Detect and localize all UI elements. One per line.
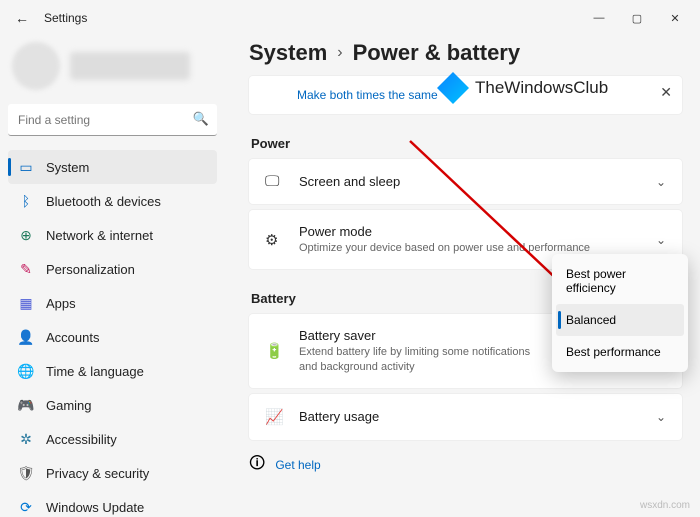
close-button[interactable]: ✕	[656, 3, 694, 33]
sidebar-item-label: Bluetooth & devices	[46, 194, 161, 209]
help-icon: 🛈	[249, 452, 265, 479]
page-title: Power & battery	[353, 40, 521, 66]
maximize-button[interactable]: ▢	[618, 3, 656, 33]
main-content: System › Power & battery Make both times…	[225, 36, 700, 517]
power-mode-icon: ⚙	[265, 231, 285, 249]
help-row[interactable]: 🛈 Get help	[249, 452, 682, 479]
search-input[interactable]	[8, 104, 217, 136]
search-box[interactable]: 🔍	[8, 104, 217, 136]
banner-link[interactable]: Make both times the same	[297, 88, 438, 102]
window-title: Settings	[44, 11, 87, 25]
profile-info	[70, 52, 190, 80]
nav-icon: 🎮	[18, 397, 34, 413]
sidebar-item-label: Personalization	[46, 262, 135, 277]
chevron-down-icon: ⌄	[656, 233, 666, 247]
sidebar-item-label: System	[46, 160, 89, 175]
dropdown-option-balanced[interactable]: Balanced	[556, 304, 684, 336]
dropdown-option-efficiency[interactable]: Best power efficiency	[556, 258, 684, 304]
sidebar: 🔍 ▭ System ᛒ Bluetooth & devices ⊕ Network & …	[0, 36, 225, 517]
nav-icon: 🛡	[18, 465, 34, 481]
chevron-down-icon: ⌄	[656, 175, 666, 189]
section-power: Power	[251, 136, 682, 151]
sidebar-item-network-internet[interactable]: ⊕ Network & internet	[8, 218, 217, 252]
breadcrumb-root[interactable]: System	[249, 40, 327, 66]
card-screen-sleep[interactable]: 🖵 Screen and sleep ⌄	[249, 159, 682, 204]
sidebar-item-privacy-security[interactable]: 🛡 Privacy & security	[8, 456, 217, 490]
sidebar-item-label: Windows Update	[46, 500, 144, 515]
sidebar-item-system[interactable]: ▭ System	[8, 150, 217, 184]
nav-icon: 🌐	[18, 363, 34, 379]
titlebar: ← Settings ― ▢ ✕	[0, 0, 700, 36]
nav-list: ▭ System ᛒ Bluetooth & devices ⊕ Network & in…	[8, 150, 217, 517]
nav-icon: ✎	[18, 261, 34, 277]
sidebar-item-gaming[interactable]: 🎮 Gaming	[8, 388, 217, 422]
dropdown-option-performance[interactable]: Best performance	[556, 336, 684, 368]
back-button[interactable]: ←	[6, 10, 38, 26]
nav-icon: ▦	[18, 295, 34, 311]
chart-icon: 📈	[265, 408, 285, 426]
info-banner: Make both times the same ✕ TheWindowsClu…	[249, 76, 682, 114]
chevron-down-icon: ⌄	[656, 410, 666, 424]
brand-logo-icon	[437, 72, 469, 104]
avatar	[12, 42, 60, 90]
minimize-button[interactable]: ―	[580, 3, 618, 33]
nav-icon: ᛒ	[18, 193, 34, 209]
nav-icon: ✲	[18, 431, 34, 447]
chevron-right-icon: ›	[337, 44, 342, 62]
sidebar-item-label: Apps	[46, 296, 76, 311]
profile-block[interactable]	[8, 36, 217, 104]
nav-icon: 👤	[18, 329, 34, 345]
card-title: Power mode	[299, 224, 642, 239]
card-subtitle: Extend battery life by limiting some not…	[299, 345, 542, 374]
battery-saver-icon: 🔋	[265, 342, 285, 360]
sidebar-item-label: Network & internet	[46, 228, 153, 243]
sidebar-item-label: Accounts	[46, 330, 99, 345]
sidebar-item-label: Time & language	[46, 364, 144, 379]
sidebar-item-label: Privacy & security	[46, 466, 149, 481]
help-link[interactable]: Get help	[275, 458, 320, 472]
card-battery-usage[interactable]: 📈 Battery usage ⌄	[249, 394, 682, 440]
sidebar-item-accounts[interactable]: 👤 Accounts	[8, 320, 217, 354]
sidebar-item-accessibility[interactable]: ✲ Accessibility	[8, 422, 217, 456]
sidebar-item-personalization[interactable]: ✎ Personalization	[8, 252, 217, 286]
sidebar-item-bluetooth-devices[interactable]: ᛒ Bluetooth & devices	[8, 184, 217, 218]
sidebar-item-time-language[interactable]: 🌐 Time & language	[8, 354, 217, 388]
breadcrumb: System › Power & battery	[249, 40, 682, 66]
brand-text: TheWindowsClub	[475, 78, 608, 98]
sidebar-item-windows-update[interactable]: ⟳ Windows Update	[8, 490, 217, 517]
nav-icon: ⟳	[18, 499, 34, 515]
banner-close-icon[interactable]: ✕	[660, 84, 672, 101]
brand-overlay: TheWindowsClub	[437, 72, 608, 104]
sidebar-item-apps[interactable]: ▦ Apps	[8, 286, 217, 320]
card-title: Battery saver	[299, 328, 542, 343]
power-mode-dropdown[interactable]: Best power efficiency Balanced Best perf…	[552, 254, 688, 372]
nav-icon: ⊕	[18, 227, 34, 243]
card-title: Battery usage	[299, 409, 642, 424]
monitor-icon: 🖵	[265, 173, 285, 190]
card-title: Screen and sleep	[299, 174, 642, 189]
watermark: wsxdn.com	[640, 500, 690, 511]
nav-icon: ▭	[18, 159, 34, 175]
sidebar-item-label: Accessibility	[46, 432, 117, 447]
search-icon: 🔍	[193, 111, 209, 127]
sidebar-item-label: Gaming	[46, 398, 92, 413]
